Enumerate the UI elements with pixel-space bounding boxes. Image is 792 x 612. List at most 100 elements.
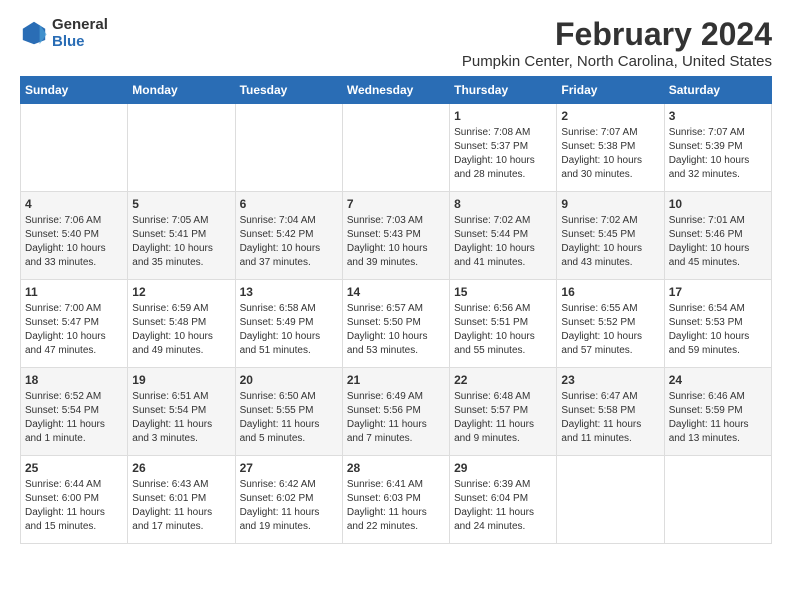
week-row-1: 4 Sunrise: 7:06 AM Sunset: 5:40 PM Daylig…	[21, 192, 772, 280]
calendar-cell	[342, 104, 449, 192]
day-info: Sunrise: 6:48 AM Sunset: 5:57 PM Dayligh…	[454, 390, 552, 446]
day-number: 27	[240, 461, 338, 475]
day-info: Sunrise: 7:00 AM Sunset: 5:47 PM Dayligh…	[25, 302, 123, 358]
calendar-cell: 18 Sunrise: 6:52 AM Sunset: 5:54 PM Dayli…	[21, 368, 128, 456]
day-number: 7	[347, 197, 445, 211]
calendar-cell: 27 Sunrise: 6:42 AM Sunset: 6:02 PM Dayli…	[235, 456, 342, 544]
day-number: 16	[561, 285, 659, 299]
calendar-subtitle: Pumpkin Center, North Carolina, United S…	[462, 53, 772, 70]
calendar-cell	[664, 456, 771, 544]
day-number: 2	[561, 109, 659, 123]
calendar-cell: 22 Sunrise: 6:48 AM Sunset: 5:57 PM Dayli…	[450, 368, 557, 456]
day-info: Sunrise: 6:54 AM Sunset: 5:53 PM Dayligh…	[669, 302, 767, 358]
day-info: Sunrise: 7:02 AM Sunset: 5:45 PM Dayligh…	[561, 214, 659, 270]
calendar-table: SundayMondayTuesdayWednesdayThursdayFrid…	[20, 76, 772, 544]
day-number: 12	[132, 285, 230, 299]
calendar-cell: 9 Sunrise: 7:02 AM Sunset: 5:45 PM Daylig…	[557, 192, 664, 280]
logo: General Blue	[20, 16, 108, 50]
calendar-cell: 17Sunrise: 6:54 AM Sunset: 5:53 PM Dayli…	[664, 280, 771, 368]
page-header: General Blue February 2024 Pumpkin Cente…	[20, 16, 772, 70]
day-number: 23	[561, 373, 659, 387]
day-info: Sunrise: 6:44 AM Sunset: 6:00 PM Dayligh…	[25, 478, 123, 534]
day-number: 8	[454, 197, 552, 211]
day-number: 24	[669, 373, 767, 387]
day-info: Sunrise: 7:07 AM Sunset: 5:39 PM Dayligh…	[669, 126, 767, 182]
day-info: Sunrise: 6:43 AM Sunset: 6:01 PM Dayligh…	[132, 478, 230, 534]
week-row-0: 1Sunrise: 7:08 AM Sunset: 5:37 PM Daylig…	[21, 104, 772, 192]
day-number: 26	[132, 461, 230, 475]
calendar-cell: 5 Sunrise: 7:05 AM Sunset: 5:41 PM Daylig…	[128, 192, 235, 280]
day-info: Sunrise: 7:03 AM Sunset: 5:43 PM Dayligh…	[347, 214, 445, 270]
day-number: 3	[669, 109, 767, 123]
calendar-cell	[21, 104, 128, 192]
calendar-cell: 1Sunrise: 7:08 AM Sunset: 5:37 PM Daylig…	[450, 104, 557, 192]
calendar-cell: 21 Sunrise: 6:49 AM Sunset: 5:56 PM Dayli…	[342, 368, 449, 456]
day-info: Sunrise: 6:52 AM Sunset: 5:54 PM Dayligh…	[25, 390, 123, 446]
calendar-cell	[235, 104, 342, 192]
calendar-cell: 13 Sunrise: 6:58 AM Sunset: 5:49 PM Dayli…	[235, 280, 342, 368]
day-info: Sunrise: 6:46 AM Sunset: 5:59 PM Dayligh…	[669, 390, 767, 446]
calendar-cell: 11 Sunrise: 7:00 AM Sunset: 5:47 PM Dayli…	[21, 280, 128, 368]
day-number: 22	[454, 373, 552, 387]
calendar-cell: 15Sunrise: 6:56 AM Sunset: 5:51 PM Dayli…	[450, 280, 557, 368]
logo-text: General Blue	[52, 16, 108, 50]
day-info: Sunrise: 6:50 AM Sunset: 5:55 PM Dayligh…	[240, 390, 338, 446]
day-number: 4	[25, 197, 123, 211]
calendar-cell	[128, 104, 235, 192]
day-info: Sunrise: 6:58 AM Sunset: 5:49 PM Dayligh…	[240, 302, 338, 358]
day-info: Sunrise: 6:49 AM Sunset: 5:56 PM Dayligh…	[347, 390, 445, 446]
day-info: Sunrise: 6:51 AM Sunset: 5:54 PM Dayligh…	[132, 390, 230, 446]
week-row-2: 11 Sunrise: 7:00 AM Sunset: 5:47 PM Dayli…	[21, 280, 772, 368]
day-number: 9	[561, 197, 659, 211]
day-number: 6	[240, 197, 338, 211]
day-info: Sunrise: 6:55 AM Sunset: 5:52 PM Dayligh…	[561, 302, 659, 358]
day-number: 10	[669, 197, 767, 211]
calendar-cell: 8 Sunrise: 7:02 AM Sunset: 5:44 PM Daylig…	[450, 192, 557, 280]
day-number: 19	[132, 373, 230, 387]
calendar-cell: 12 Sunrise: 6:59 AM Sunset: 5:48 PM Dayli…	[128, 280, 235, 368]
day-info: Sunrise: 7:07 AM Sunset: 5:38 PM Dayligh…	[561, 126, 659, 182]
header-friday: Friday	[557, 77, 664, 104]
calendar-cell: 25 Sunrise: 6:44 AM Sunset: 6:00 PM Dayli…	[21, 456, 128, 544]
day-info: Sunrise: 7:02 AM Sunset: 5:44 PM Dayligh…	[454, 214, 552, 270]
day-info: Sunrise: 7:05 AM Sunset: 5:41 PM Dayligh…	[132, 214, 230, 270]
logo-line2: Blue	[52, 33, 108, 50]
logo-icon	[20, 19, 48, 47]
week-row-4: 25 Sunrise: 6:44 AM Sunset: 6:00 PM Dayli…	[21, 456, 772, 544]
calendar-cell: 2 Sunrise: 7:07 AM Sunset: 5:38 PM Daylig…	[557, 104, 664, 192]
calendar-title: February 2024	[462, 16, 772, 53]
day-number: 11	[25, 285, 123, 299]
calendar-cell	[557, 456, 664, 544]
header-sunday: Sunday	[21, 77, 128, 104]
day-number: 21	[347, 373, 445, 387]
title-area: February 2024 Pumpkin Center, North Caro…	[462, 16, 772, 70]
day-info: Sunrise: 7:06 AM Sunset: 5:40 PM Dayligh…	[25, 214, 123, 270]
day-number: 20	[240, 373, 338, 387]
day-number: 25	[25, 461, 123, 475]
calendar-cell: 19 Sunrise: 6:51 AM Sunset: 5:54 PM Dayli…	[128, 368, 235, 456]
calendar-cell: 10 Sunrise: 7:01 AM Sunset: 5:46 PM Dayli…	[664, 192, 771, 280]
calendar-cell: 6 Sunrise: 7:04 AM Sunset: 5:42 PM Daylig…	[235, 192, 342, 280]
day-info: Sunrise: 7:01 AM Sunset: 5:46 PM Dayligh…	[669, 214, 767, 270]
calendar-body: 1Sunrise: 7:08 AM Sunset: 5:37 PM Daylig…	[21, 104, 772, 544]
day-number: 5	[132, 197, 230, 211]
header-tuesday: Tuesday	[235, 77, 342, 104]
logo-line1: General	[52, 16, 108, 33]
day-number: 14	[347, 285, 445, 299]
header-monday: Monday	[128, 77, 235, 104]
day-info: Sunrise: 7:04 AM Sunset: 5:42 PM Dayligh…	[240, 214, 338, 270]
week-row-3: 18 Sunrise: 6:52 AM Sunset: 5:54 PM Dayli…	[21, 368, 772, 456]
calendar-cell: 29 Sunrise: 6:39 AM Sunset: 6:04 PM Dayli…	[450, 456, 557, 544]
day-number: 13	[240, 285, 338, 299]
day-info: Sunrise: 6:41 AM Sunset: 6:03 PM Dayligh…	[347, 478, 445, 534]
day-number: 15	[454, 285, 552, 299]
calendar-cell: 7 Sunrise: 7:03 AM Sunset: 5:43 PM Daylig…	[342, 192, 449, 280]
day-info: Sunrise: 6:59 AM Sunset: 5:48 PM Dayligh…	[132, 302, 230, 358]
header-thursday: Thursday	[450, 77, 557, 104]
day-info: Sunrise: 6:39 AM Sunset: 6:04 PM Dayligh…	[454, 478, 552, 534]
day-number: 29	[454, 461, 552, 475]
day-number: 18	[25, 373, 123, 387]
header-saturday: Saturday	[664, 77, 771, 104]
day-info: Sunrise: 6:42 AM Sunset: 6:02 PM Dayligh…	[240, 478, 338, 534]
day-info: Sunrise: 6:57 AM Sunset: 5:50 PM Dayligh…	[347, 302, 445, 358]
